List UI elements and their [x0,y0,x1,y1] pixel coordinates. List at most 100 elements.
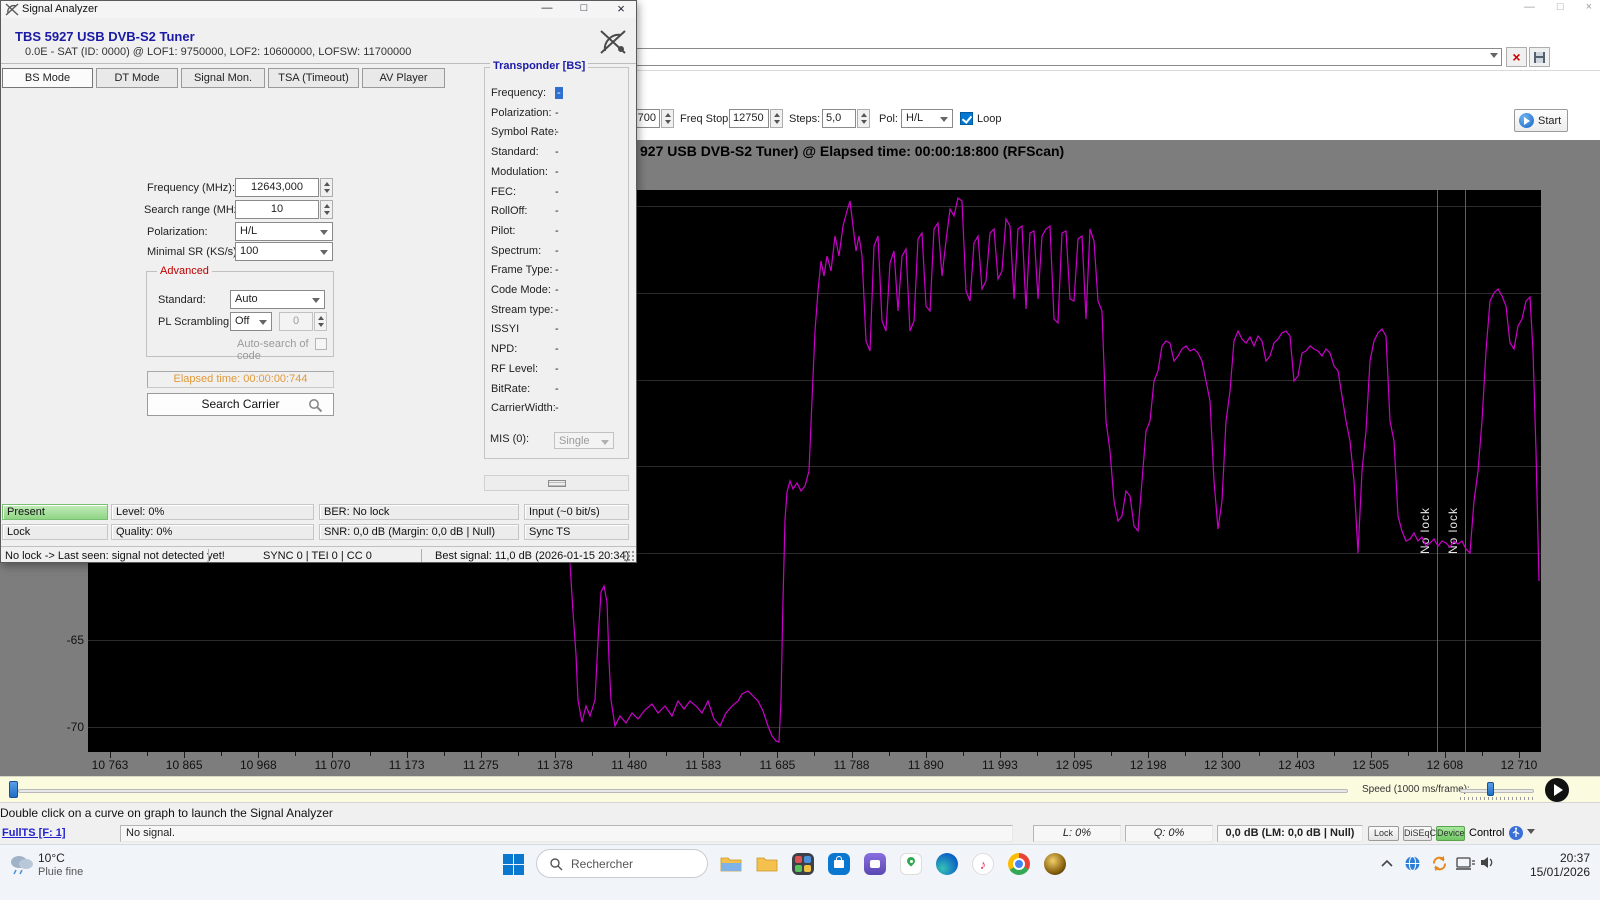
tab-tsa[interactable]: TSA (Timeout) [268,68,359,88]
analyzer-statusbar: No lock -> Last seen: signal not detecte… [1,546,636,563]
standard-select[interactable]: Auto [230,290,325,309]
title-bar[interactable]: Signal Analyzer — □ × [1,1,636,18]
taskbar-app-media-player[interactable] [1042,851,1068,877]
weather-desc[interactable]: Pluie fine [38,866,83,878]
lock-button[interactable]: Lock [1368,826,1399,841]
transponder-row-label: Symbol Rate: [491,126,557,138]
tab-bs-mode[interactable]: BS Mode [2,68,93,88]
playback-play-button[interactable] [1545,778,1569,802]
search-range-stepper[interactable] [320,200,333,219]
pl-scrambling-select[interactable]: Off [230,312,272,331]
polarization-label: Polarization: [147,226,208,238]
steps-stepper[interactable] [857,109,870,128]
transponder-row: Standard:- [491,146,624,160]
transponder-row-label: Modulation: [491,166,548,178]
scanner-maximize-button[interactable]: □ [1557,1,1564,13]
search-range-label: Search range (MHz): [144,204,246,216]
maximize-button[interactable]: □ [571,1,597,17]
start-button[interactable]: Start [1514,109,1568,132]
pl-code-stepper [314,312,327,331]
minimize-button[interactable]: — [534,1,560,17]
control-dropdown-arrow[interactable] [1527,829,1535,834]
resize-grip[interactable] [623,550,635,562]
taskbar-app-chrome[interactable] [1006,851,1032,877]
panel-toggle-button[interactable] [484,475,629,491]
freq-start-stepper[interactable] [661,109,674,128]
x-tick-label: 12 710 [1501,758,1538,772]
clear-list-button[interactable]: × [1506,47,1527,67]
search-placeholder: Rechercher [571,857,633,871]
windows-logo-icon [503,854,524,875]
transponder-row-value: - [555,205,559,217]
save-button[interactable] [1529,47,1550,67]
x-tick-label: 12 198 [1130,758,1167,772]
frequency-input[interactable]: 12643,000 [235,178,319,197]
taskbar-app-music[interactable]: ♪ [970,851,996,877]
scanner-close-button[interactable]: × [1586,1,1592,13]
transponder-group: Transponder [BS] Frequency:-Polarization… [484,67,629,459]
speaker-icon[interactable] [1480,855,1496,870]
fullts-link[interactable]: FullTS [F: 1] [2,827,66,839]
transponder-row: RollOff:- [491,205,624,219]
x-tick-label: 11 480 [611,758,647,772]
transponder-row-value: - [555,264,559,276]
taskbar-app-edge[interactable] [934,851,960,877]
close-button[interactable]: × [608,1,634,17]
taskbar-app-store[interactable] [826,851,852,877]
freq-stop-stepper[interactable] [770,109,783,128]
polarization-select[interactable]: H/L [235,222,333,241]
frame-slider-handle[interactable] [9,781,18,798]
chevron-down-icon [259,320,267,325]
search-range-input[interactable]: 10 [235,200,319,219]
weather-icon[interactable] [8,853,34,875]
taskbar-app-folder[interactable] [754,851,780,877]
device-button[interactable]: Device [1436,826,1465,841]
frame-slider-track[interactable] [18,789,1348,793]
chrome-icon [1008,853,1030,875]
taskbar-clock[interactable]: 20:37 15/01/2026 [1530,851,1590,879]
x-tick-label: 10 968 [240,758,277,772]
taskbar-app-photos[interactable] [790,851,816,877]
x-tick-label: 11 070 [315,758,351,772]
chart-title: 927 USB DVB-S2 Tuner) @ Elapsed time: 00… [640,143,1064,159]
network-globe-icon[interactable] [1404,855,1421,872]
x-minor-tick-mark [444,752,445,756]
frequency-stepper[interactable] [320,178,333,197]
weather-temp[interactable]: 10°C [38,851,65,865]
x-tick-label: 11 685 [760,758,796,772]
loop-checkbox[interactable] [960,112,973,125]
speed-label: Speed (1000 ms/frame): [1362,784,1470,795]
speed-slider-handle[interactable] [1487,782,1494,796]
transponder-row: CarrierWidth:- [491,402,624,416]
statusbar-message: No lock -> Last seen: signal not detecte… [5,550,225,562]
tray-chevron-up-icon[interactable] [1380,859,1394,868]
chevron-down-icon [601,440,609,445]
x-tick-label: 12 505 [1352,758,1389,772]
taskbar-search[interactable]: Rechercher [536,849,708,878]
x-minor-tick-mark [889,752,890,756]
tab-av-player[interactable]: AV Player [362,68,445,88]
laptop-plug-icon[interactable] [1456,857,1476,871]
scanner-minimize-button[interactable]: — [1524,1,1535,13]
sync-icon[interactable] [1431,855,1448,872]
steps-input[interactable]: 5,0 [822,109,856,128]
speed-slider-track[interactable] [1460,789,1534,793]
x-tick-label: 10 865 [166,758,203,772]
start-button[interactable] [500,851,526,877]
diseqc-button[interactable]: DiSEqC [1403,826,1432,841]
x-minor-tick-mark [1037,752,1038,756]
tab-dt-mode[interactable]: DT Mode [96,68,178,88]
x-tick-label: 11 378 [537,758,573,772]
music-note-icon: ♪ [972,853,994,875]
device-title: TBS 5927 USB DVB-S2 Tuner [15,29,195,44]
x-tick-label: 11 173 [389,758,425,772]
pol-select[interactable]: H/L [901,109,953,128]
freq-stop-input[interactable]: 12750 [729,109,769,128]
minimal-sr-select[interactable]: 100 [235,242,333,261]
search-carrier-button[interactable]: Search Carrier [147,393,334,416]
taskbar-app-file-explorer[interactable] [718,851,744,877]
transponder-row-label: Pilot: [491,225,515,237]
taskbar-app-maps[interactable] [898,851,924,877]
taskbar-app-chat[interactable] [862,851,888,877]
tab-signal-mon[interactable]: Signal Mon. [181,68,265,88]
